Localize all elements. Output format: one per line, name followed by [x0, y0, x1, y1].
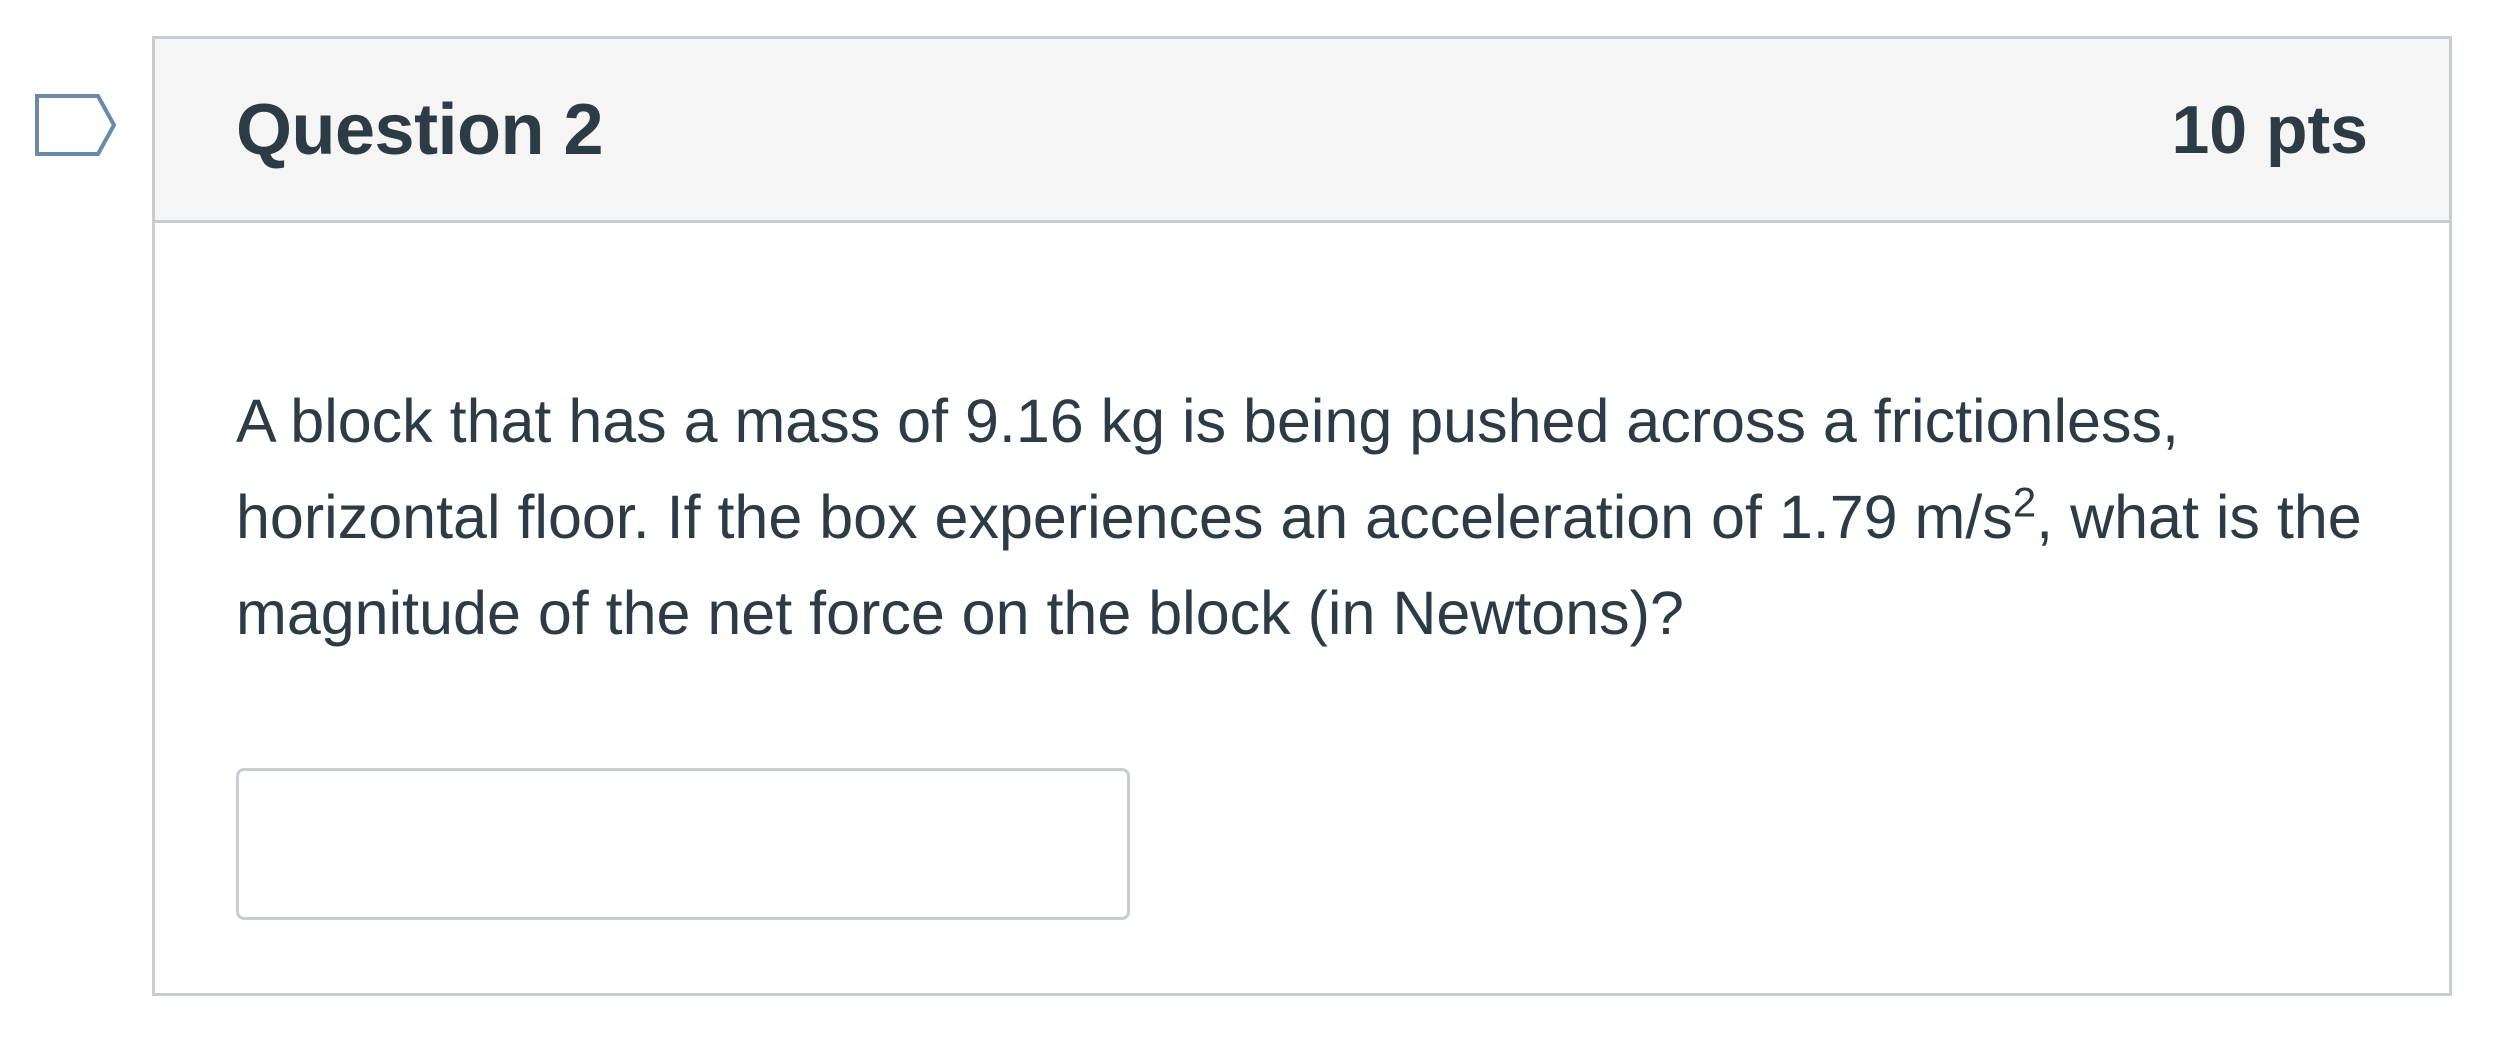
- question-title: Question 2: [236, 89, 604, 170]
- flag-question-icon[interactable]: [34, 93, 118, 157]
- question-text-main: A block that has a mass of 9.16 kg is be…: [236, 387, 2179, 551]
- question-text-superscript: 2: [2012, 478, 2037, 526]
- question-body: A block that has a mass of 9.16 kg is be…: [155, 223, 2449, 920]
- question-points: 10 pts: [2171, 91, 2368, 168]
- question-text: A block that has a mass of 9.16 kg is be…: [236, 373, 2376, 661]
- question-header: Question 2 10 pts: [155, 39, 2449, 223]
- question-card: Question 2 10 pts A block that has a mas…: [152, 36, 2452, 996]
- quiz-page: Question 2 10 pts A block that has a mas…: [0, 0, 2498, 1040]
- answer-input[interactable]: [236, 768, 1130, 920]
